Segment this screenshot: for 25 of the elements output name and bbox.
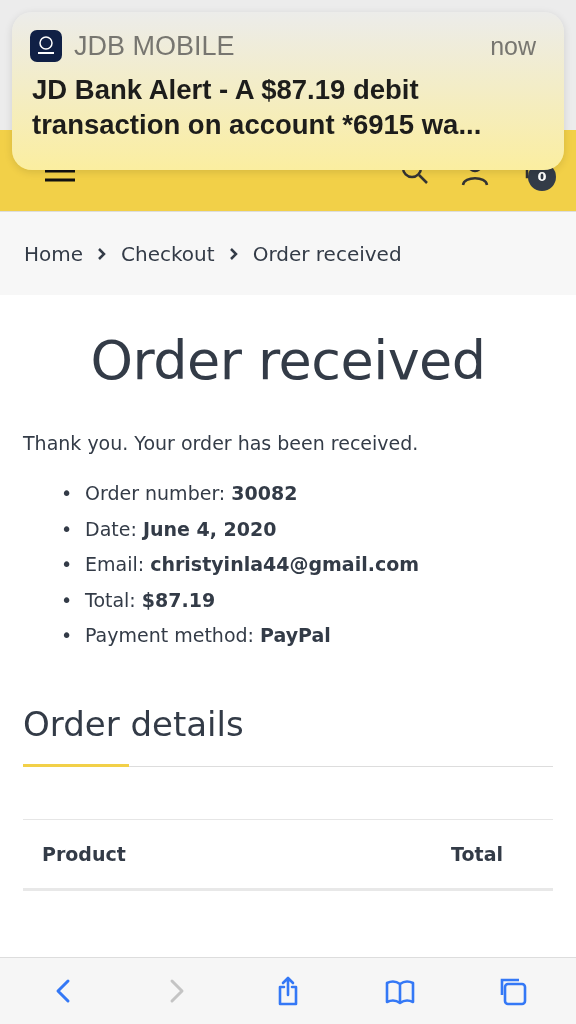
order-summary-item: Order number: 30082	[85, 481, 298, 506]
breadcrumb-link[interactable]: Checkout	[121, 241, 215, 266]
notification-toast[interactable]: JDB MOBILE now JD Bank Alert - A $87.19 debit transaction on account *6915 wa...	[12, 12, 564, 170]
column-header: Total	[451, 842, 503, 865]
notification-time: now	[490, 31, 536, 61]
bank-logo-icon	[30, 30, 62, 62]
breadcrumb-link[interactable]: Home	[24, 241, 84, 266]
breadcrumb-link[interactable]: Order received	[252, 241, 402, 266]
order-summary-item: Total: $87.19	[85, 587, 216, 613]
bullet: •	[61, 552, 71, 577]
order-summary-item: Payment method: PayPal	[85, 623, 331, 648]
column-header: Product	[42, 842, 126, 865]
bullet: •	[61, 481, 71, 506]
section-heading: Order details	[23, 703, 553, 767]
thank-you-message: Thank you. Your order has been received.	[23, 432, 420, 454]
bullet: •	[61, 587, 71, 613]
app-name: JDB MOBILE	[74, 30, 236, 62]
order-summary-item: Date: June 4, 2020	[85, 516, 277, 542]
order-summary-item: Email: christyinla44@gmail.com	[85, 552, 419, 577]
chevron-icon	[97, 246, 108, 261]
page-title: Order received	[89, 329, 487, 392]
notification-message: JD Bank Alert - A $87.19 debit transaction on account *6915 wa...	[31, 73, 483, 142]
chevron-icon	[228, 246, 239, 261]
bullet: •	[61, 516, 71, 542]
bullet: •	[61, 623, 71, 648]
